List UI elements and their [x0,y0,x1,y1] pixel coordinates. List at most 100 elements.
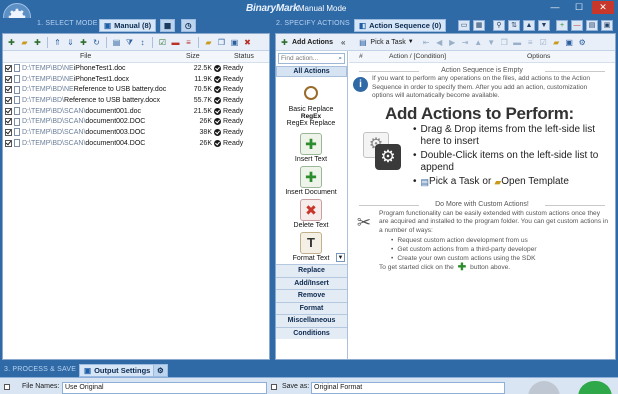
pin-icon[interactable]: ⚲ [493,20,505,31]
first-icon[interactable]: ⇤ [421,37,432,48]
down-icon[interactable]: ▼ [538,20,550,31]
sort-icon[interactable]: ⇅ [508,20,520,31]
pick-a-task-link[interactable]: Pick a Task [429,176,479,188]
collapse-actions-button[interactable]: « [341,38,345,47]
up-icon[interactable]: ▲ [523,20,535,31]
down-icon[interactable]: ▼ [486,37,497,48]
category-format[interactable]: Format [276,301,347,314]
file-checkbox[interactable] [5,128,12,136]
col-size[interactable]: Size [186,53,200,60]
open-folder-icon[interactable]: ▰ [203,37,214,48]
check-all-icon[interactable]: ☑ [157,37,168,48]
last-icon[interactable]: ⇥ [460,37,471,48]
action-insert-text[interactable]: ✚ Insert Text [276,133,346,163]
open-template-link[interactable]: Open Template [501,176,569,188]
next-icon[interactable]: ▶ [447,37,458,48]
copy-icon[interactable]: ❐ [216,37,227,48]
up-icon[interactable]: ▲ [473,37,484,48]
maximize-button[interactable]: ☐ [568,1,590,14]
tools-icon: ✂ [356,212,372,232]
file-row[interactable]: D:\TEMP\BD\NE iPhoneTest1.doc 22.5K Ready [3,63,269,74]
file-checkbox[interactable] [5,118,12,126]
settings-icon[interactable]: ⚙ [577,37,588,48]
grid-icon[interactable]: ▦ [473,20,485,31]
action-basic-replace[interactable]: Basic Replace [276,83,346,113]
add-icon[interactable]: ✚ [78,37,89,48]
tab-output-options[interactable]: ⚙ [153,364,168,377]
find-action-field[interactable]: Find action... ⌕ [278,53,345,64]
clear-icon[interactable]: ≡ [183,37,194,48]
file-list-panel: ✚ ▰ ✚ ⇑ ⇓ ✚ ↻ ▤ ⧩ ↕ ☑ ▬ ≡ ▰ ❐ ▣ ✖ File S… [2,33,270,360]
category-add-insert[interactable]: Add/Insert [276,276,347,289]
add-actions-button[interactable]: Add Actions [292,39,333,46]
remove-action-icon[interactable]: ▬ [512,37,523,48]
file-checkbox[interactable] [5,64,12,72]
category-conditions[interactable]: Conditions [276,326,347,339]
clear-actions-icon[interactable]: ≡ [525,37,536,48]
col-file[interactable]: File [80,53,91,60]
view-icon[interactable]: ▤ [111,37,122,48]
file-checkbox[interactable] [5,107,12,115]
file-row[interactable]: D:\TEMP\BD\SCAN\ document001.doc 21.5K Read… [3,106,269,117]
filter-icon[interactable]: ⧩ [124,37,135,48]
action-regex-replace[interactable]: RegEx RegEx Replace [276,113,346,127]
file-names-checkbox[interactable] [4,384,10,390]
file-checkbox[interactable] [5,96,12,104]
minimize-button[interactable]: — [544,1,566,14]
file-row[interactable]: D:\TEMP\BD\SCAN\ document004.DOC 26K Ready [3,138,269,149]
file-checkbox[interactable] [5,86,12,94]
console-icon[interactable]: ▭ [458,20,470,31]
move-up-icon[interactable]: ⇑ [52,37,63,48]
save-as-checkbox[interactable] [271,384,277,390]
dup-icon[interactable]: ❐ [499,37,510,48]
pick-task-button[interactable]: Pick a Task [370,39,405,46]
remove-icon[interactable]: ▬ [170,37,181,48]
file-checkbox[interactable] [5,139,12,147]
refresh-icon[interactable]: ↻ [91,37,102,48]
category-remove[interactable]: Remove [276,289,347,302]
add-files-icon[interactable]: ✚ [6,37,17,48]
sort-az-icon[interactable]: ↕ [137,37,148,48]
tab-batch[interactable]: ▦ [160,19,176,32]
add-list-icon[interactable]: ✚ [32,37,43,48]
ready-status-icon [214,75,221,83]
category-replace[interactable]: Replace [276,264,347,277]
action-delete-text[interactable]: ✖ Delete Text [276,199,346,229]
file-names-select[interactable]: Use Original [62,382,267,394]
save-as-select[interactable]: Original Format [311,382,505,394]
delete-icon[interactable]: ✖ [242,37,253,48]
open-template-icon[interactable]: ▰ [551,37,562,48]
add-actions-icon[interactable]: ✚ [279,37,290,48]
file-row[interactable]: D:\TEMP\BD\SCAN\ document003.DOC 38K Ready [3,127,269,138]
move-down-icon[interactable]: ⇓ [65,37,76,48]
stop-button[interactable] [528,381,560,394]
get-started-pre: To get started click on the [379,264,454,271]
file-row[interactable]: D:\TEMP\BD\SCAN\ document002.DOC 26K Ready [3,116,269,127]
file-row[interactable]: D:\TEMP\BD\NE iPhoneTest1.docx 11.9K Ready [3,74,269,85]
document-icon [14,117,20,126]
save-template-icon[interactable]: ▣ [564,37,575,48]
add-folder-icon[interactable]: ▰ [19,37,30,48]
tab-output-settings[interactable]: ▣ Output Settings [79,364,156,377]
scroll-down-icon[interactable]: ▼ [336,253,345,262]
start-button[interactable] [578,381,612,394]
chevron-down-icon[interactable]: ▼ [408,39,414,45]
add-icon[interactable]: + [556,20,568,31]
tab-scheduler[interactable]: ◷ [181,19,196,32]
col-status[interactable]: Status [234,53,254,60]
expand-icon[interactable]: ▤ [586,20,598,31]
save-icon[interactable]: ▣ [229,37,240,48]
tab-action-sequence[interactable]: ◧ Action Sequence (0) [354,19,447,32]
action-insert-document[interactable]: ✚ Insert Document [276,166,346,196]
check-icon[interactable]: ☑ [538,37,549,48]
prev-icon[interactable]: ◀ [434,37,445,48]
close-button[interactable]: ✕ [592,1,614,14]
all-actions-header[interactable]: All Actions [276,66,347,77]
category-miscellaneous[interactable]: Miscellaneous [276,314,347,327]
file-checkbox[interactable] [5,75,12,83]
remove-icon[interactable]: — [571,20,583,31]
collapse-icon[interactable]: ▣ [601,20,613,31]
file-row[interactable]: D:\TEMP\BD\NE Reference to USB battery.do… [3,84,269,95]
file-row[interactable]: D:\TEMP\BD\ Reference to USB battery.docx… [3,95,269,106]
tab-manual[interactable]: ▣ Manual (8) [99,19,157,32]
